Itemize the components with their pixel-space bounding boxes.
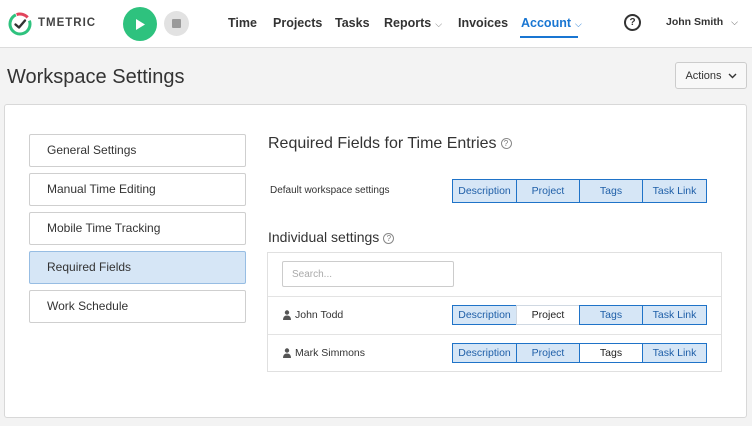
user-menu[interactable]: John Smith ⌵ (666, 16, 738, 28)
sidebar-item-mobile-time-tracking[interactable]: Mobile Time Tracking (29, 212, 246, 245)
chevron-down-icon: ⌵ (575, 19, 582, 29)
question-icon[interactable]: ? (383, 232, 395, 244)
top-navigation-bar: TMETRIC Time Projects Tasks Reports ⌵ Inv… (0, 0, 752, 48)
stop-icon (172, 19, 181, 28)
sidebar-item-required-fields[interactable]: Required Fields (29, 251, 246, 284)
required-fields-title: Required Fields for Time Entries? (268, 135, 512, 153)
default-settings-label: Default workspace settings (270, 185, 390, 196)
brand-name[interactable]: TMETRIC (38, 17, 96, 29)
active-nav-underline (520, 36, 578, 38)
nav-reports[interactable]: Reports ⌵ (384, 16, 442, 30)
nav-tasks[interactable]: Tasks (335, 16, 370, 30)
mark-simmons-description-toggle[interactable]: Description (452, 343, 517, 363)
chevron-down-icon: ⌵ (435, 19, 443, 29)
default-project-toggle[interactable]: Project (516, 179, 580, 203)
table-row-user-name: Mark Simmons (283, 347, 365, 359)
mark-simmons-required-fields-toggle: Description Project Tags Task Link (452, 343, 707, 363)
mark-simmons-project-toggle[interactable]: Project (516, 343, 580, 363)
user-icon (283, 348, 291, 358)
chevron-down-icon: ⌵ (731, 17, 738, 27)
john-todd-project-toggle[interactable]: Project (516, 305, 580, 325)
search-input[interactable] (282, 261, 454, 287)
sidebar-item-general-settings[interactable]: General Settings (29, 134, 246, 167)
user-icon (283, 310, 291, 320)
default-required-fields-toggle: Description Project Tags Task Link (452, 179, 707, 203)
nav-invoices[interactable]: Invoices (458, 16, 508, 30)
john-todd-task-link-toggle[interactable]: Task Link (642, 305, 707, 325)
nav-time[interactable]: Time (228, 16, 257, 30)
help-icon[interactable]: ? (624, 14, 641, 31)
default-description-toggle[interactable]: Description (452, 179, 517, 203)
mark-simmons-tags-toggle[interactable]: Tags (579, 343, 643, 363)
john-todd-tags-toggle[interactable]: Tags (579, 305, 643, 325)
individual-settings-title: Individual settings? (268, 229, 395, 245)
nav-projects[interactable]: Projects (273, 16, 322, 30)
divider (268, 296, 721, 297)
sidebar-item-work-schedule[interactable]: Work Schedule (29, 290, 246, 323)
play-icon (136, 18, 145, 30)
mark-simmons-task-link-toggle[interactable]: Task Link (642, 343, 707, 363)
start-timer-button[interactable] (123, 7, 157, 41)
question-icon[interactable]: ? (500, 138, 512, 150)
default-task-link-toggle[interactable]: Task Link (642, 179, 707, 203)
table-row-user-name: John Todd (283, 309, 343, 321)
john-todd-description-toggle[interactable]: Description (452, 305, 517, 325)
chevron-down-icon (728, 73, 737, 78)
page-title: Workspace Settings (7, 66, 185, 88)
tmetric-logo-icon[interactable] (8, 12, 32, 36)
divider (268, 334, 721, 335)
stop-timer-button[interactable] (164, 11, 189, 36)
john-todd-required-fields-toggle: Description Project Tags Task Link (452, 305, 707, 325)
sidebar-item-manual-time-editing[interactable]: Manual Time Editing (29, 173, 246, 206)
default-tags-toggle[interactable]: Tags (579, 179, 643, 203)
nav-account[interactable]: Account ⌵ (521, 16, 582, 30)
actions-button[interactable]: Actions (675, 62, 747, 89)
